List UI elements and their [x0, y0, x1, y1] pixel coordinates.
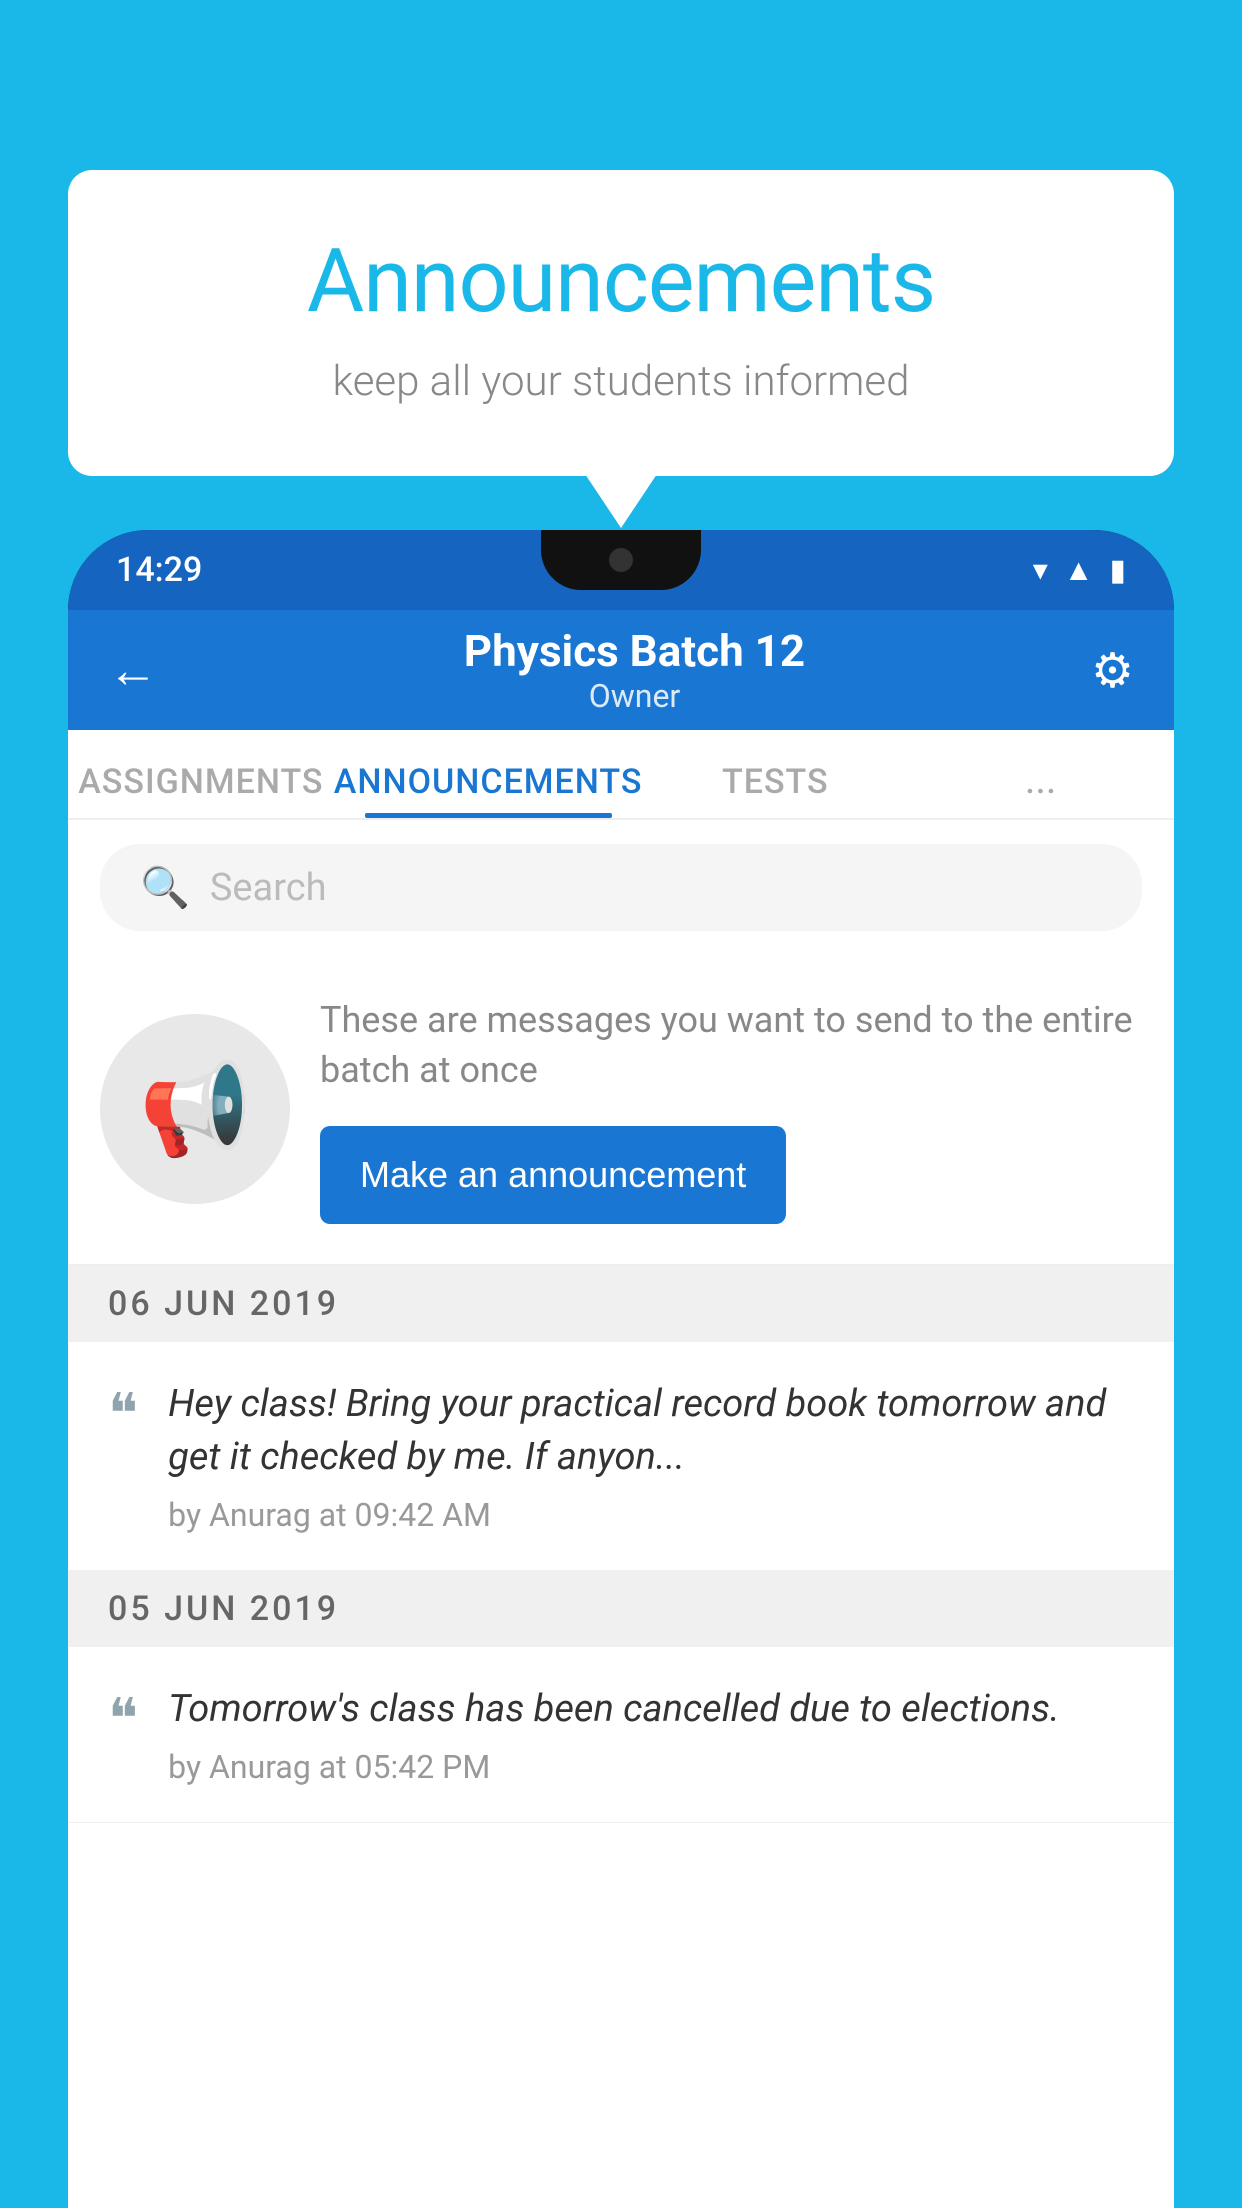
screen-content: 🔍 Search 📢 These are messages you want t… — [68, 820, 1174, 2208]
announcement-text-area-1: Hey class! Bring your practical record b… — [168, 1378, 1134, 1534]
announcement-text-area-2: Tomorrow's class has been cancelled due … — [168, 1683, 1134, 1786]
date-header-2: 05 JUN 2019 — [68, 1571, 1174, 1647]
settings-icon[interactable]: ⚙ — [1091, 642, 1134, 699]
phone-frame: 14:29 ▾ ▲ ▮ ← Physics Batch 12 Owner ⚙ A… — [68, 530, 1174, 2208]
make-announcement-button[interactable]: Make an announcement — [320, 1126, 786, 1224]
promo-icon-circle: 📢 — [100, 1014, 290, 1204]
signal-icon: ▲ — [1064, 553, 1094, 588]
search-placeholder: Search — [210, 866, 327, 910]
announcement-meta-1: by Anurag at 09:42 AM — [168, 1496, 1134, 1534]
wifi-icon: ▾ — [1033, 553, 1048, 588]
announcement-item-2: ❝ Tomorrow's class has been cancelled du… — [68, 1647, 1174, 1823]
announcement-item-1: ❝ Hey class! Bring your practical record… — [68, 1342, 1174, 1571]
notch-camera — [609, 548, 633, 572]
speech-bubble-subtitle: keep all your students informed — [148, 357, 1094, 406]
speech-bubble-title: Announcements — [148, 230, 1094, 333]
tab-tests[interactable]: TESTS — [642, 762, 908, 818]
status-bar: 14:29 ▾ ▲ ▮ — [68, 530, 1174, 610]
announcement-text-1: Hey class! Bring your practical record b… — [168, 1378, 1134, 1484]
speech-bubble: Announcements keep all your students inf… — [68, 170, 1174, 476]
header-subtitle: Owner — [178, 677, 1091, 715]
search-input-container[interactable]: 🔍 Search — [100, 844, 1142, 931]
notch — [541, 530, 701, 590]
back-button[interactable]: ← — [108, 641, 158, 700]
announcement-promo: 📢 These are messages you want to send to… — [68, 955, 1174, 1266]
quote-icon-1: ❝ — [108, 1386, 138, 1442]
quote-icon-2: ❝ — [108, 1691, 138, 1747]
app-header: ← Physics Batch 12 Owner ⚙ — [68, 610, 1174, 730]
tab-assignments[interactable]: ASSIGNMENTS — [68, 762, 334, 818]
header-title-area: Physics Batch 12 Owner — [178, 625, 1091, 715]
status-time: 14:29 — [116, 550, 202, 590]
megaphone-icon: 📢 — [139, 1057, 251, 1162]
battery-icon: ▮ — [1109, 553, 1126, 588]
promo-text-area: These are messages you want to send to t… — [320, 995, 1142, 1224]
date-header-1: 06 JUN 2019 — [68, 1266, 1174, 1342]
search-icon: 🔍 — [140, 864, 190, 911]
search-bar: 🔍 Search — [68, 820, 1174, 955]
announcement-text-2: Tomorrow's class has been cancelled due … — [168, 1683, 1134, 1736]
header-title: Physics Batch 12 — [178, 625, 1091, 677]
promo-description: These are messages you want to send to t… — [320, 995, 1142, 1096]
tab-more[interactable]: ... — [908, 762, 1174, 818]
announcement-meta-2: by Anurag at 05:42 PM — [168, 1748, 1134, 1786]
tabs-bar: ASSIGNMENTS ANNOUNCEMENTS TESTS ... — [68, 730, 1174, 820]
status-icons: ▾ ▲ ▮ — [1033, 553, 1126, 588]
tab-announcements[interactable]: ANNOUNCEMENTS — [334, 762, 643, 818]
